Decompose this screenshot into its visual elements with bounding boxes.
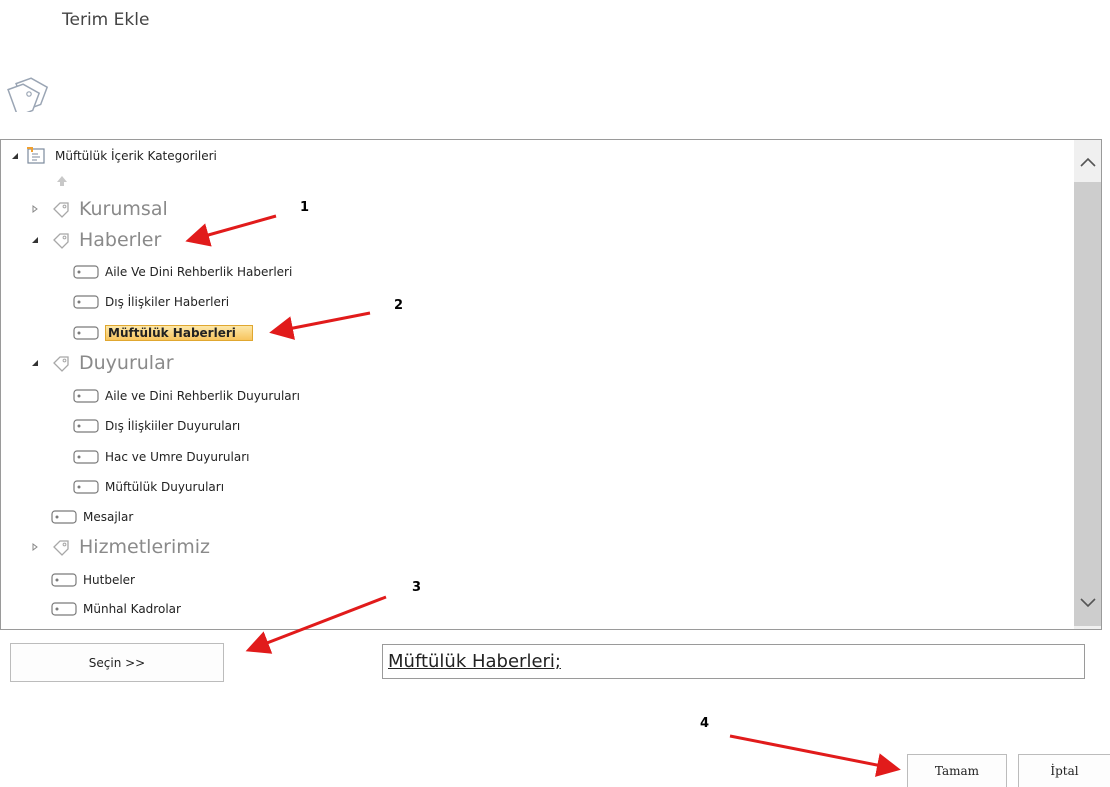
collapsed-triangle-icon[interactable] [29, 203, 41, 215]
tree-item-label: Münhal Kadrolar [83, 602, 181, 616]
tree-item-term-selected[interactable]: Müftülük Haberleri [73, 325, 253, 341]
tag-icon [53, 202, 69, 218]
tree-item-label: Müftülük Haberleri [105, 325, 253, 341]
tree-item-label: Mesajlar [83, 510, 134, 524]
tree-item-label: Müftülük Duyuruları [105, 480, 225, 494]
collapsed-triangle-icon[interactable] [29, 541, 41, 553]
term-icon [73, 389, 99, 403]
term-icon [73, 295, 99, 309]
up-arrow-icon[interactable] [56, 175, 68, 187]
tag-icon [53, 233, 69, 249]
tree-root-label: Müftülük İçerik Kategorileri [55, 149, 217, 163]
tree-item-label: Dış İlişkiiler Duyuruları [105, 419, 241, 433]
annotation-number: 3 [412, 580, 422, 595]
tree-item-term[interactable]: Dış İlişkiiler Duyuruları [73, 419, 240, 433]
term-icon [73, 450, 99, 464]
annotation-number: 1 [300, 200, 310, 215]
tree-item-term[interactable]: Aile ve Dini Rehberlik Duyuruları [73, 389, 300, 403]
tree-root[interactable]: Müftülük İçerik Kategorileri [9, 146, 217, 166]
term-icon [51, 573, 77, 587]
arrow-4 [729, 734, 901, 777]
expanded-triangle-icon[interactable] [29, 357, 41, 369]
tree-item-term[interactable]: Münhal Kadrolar [51, 602, 181, 616]
tree-item-haberler[interactable]: Haberler [29, 229, 161, 251]
term-tree-panel[interactable]: Müftülük İçerik Kategorileri Kurumsal Ha… [0, 139, 1102, 630]
tree-item-hizmetlerimiz[interactable]: Hizmetlerimiz [29, 536, 210, 558]
selected-terms-field[interactable]: Müftülük Haberleri; [382, 644, 1085, 679]
tree-item-term[interactable]: Hutbeler [51, 573, 135, 587]
termstore-icon [27, 147, 45, 164]
tree-item-label: Hizmetlerimiz [79, 536, 211, 558]
expanded-triangle-icon[interactable] [29, 234, 41, 246]
term-icon [73, 265, 99, 279]
select-button[interactable]: Seçin >> [10, 643, 224, 682]
tree-item-term[interactable]: Mesajlar [51, 510, 133, 524]
tree-item-label: Hutbeler [83, 573, 135, 587]
tags-icon [7, 77, 49, 112]
dialog-title: Terim Ekle [62, 10, 150, 30]
tree-item-label: Aile ve Dini Rehberlik Duyuruları [105, 389, 300, 403]
ok-button[interactable]: Tamam [907, 754, 1007, 787]
tree-item-label: Hac ve Umre Duyuruları [105, 450, 250, 464]
tree-item-term[interactable]: Aile Ve Dini Rehberlik Haberleri [73, 265, 292, 279]
annotation-number: 2 [394, 298, 404, 313]
tree-item-term[interactable]: Dış İlişkiler Haberleri [73, 295, 229, 309]
tag-icon [53, 356, 69, 372]
tree-item-duyurular[interactable]: Duyurular [29, 352, 174, 374]
tree-item-kurumsal[interactable]: Kurumsal [29, 198, 168, 220]
tree-item-term[interactable]: Müftülük Duyuruları [73, 480, 224, 494]
term-icon [73, 326, 99, 340]
tree-item-label: Duyurular [79, 352, 174, 374]
term-icon [51, 602, 77, 616]
annotation-number: 4 [700, 716, 710, 731]
tree-item-term[interactable]: Hac ve Umre Duyuruları [73, 450, 249, 464]
tree-item-label: Kurumsal [79, 198, 168, 220]
scroll-down-icon[interactable] [1074, 585, 1101, 621]
tag-icon [53, 540, 69, 556]
cancel-button[interactable]: İptal [1018, 754, 1110, 787]
term-icon [73, 480, 99, 494]
expanded-triangle-icon[interactable] [9, 150, 21, 162]
vertical-scrollbar[interactable] [1074, 140, 1101, 629]
tree-item-label: Haberler [79, 229, 162, 251]
term-icon [51, 510, 77, 524]
scroll-up-icon[interactable] [1074, 144, 1101, 180]
scrollbar-thumb[interactable] [1074, 182, 1101, 626]
tree-item-label: Dış İlişkiler Haberleri [105, 295, 230, 309]
term-icon [73, 419, 99, 433]
tree-item-label: Aile Ve Dini Rehberlik Haberleri [105, 265, 293, 279]
